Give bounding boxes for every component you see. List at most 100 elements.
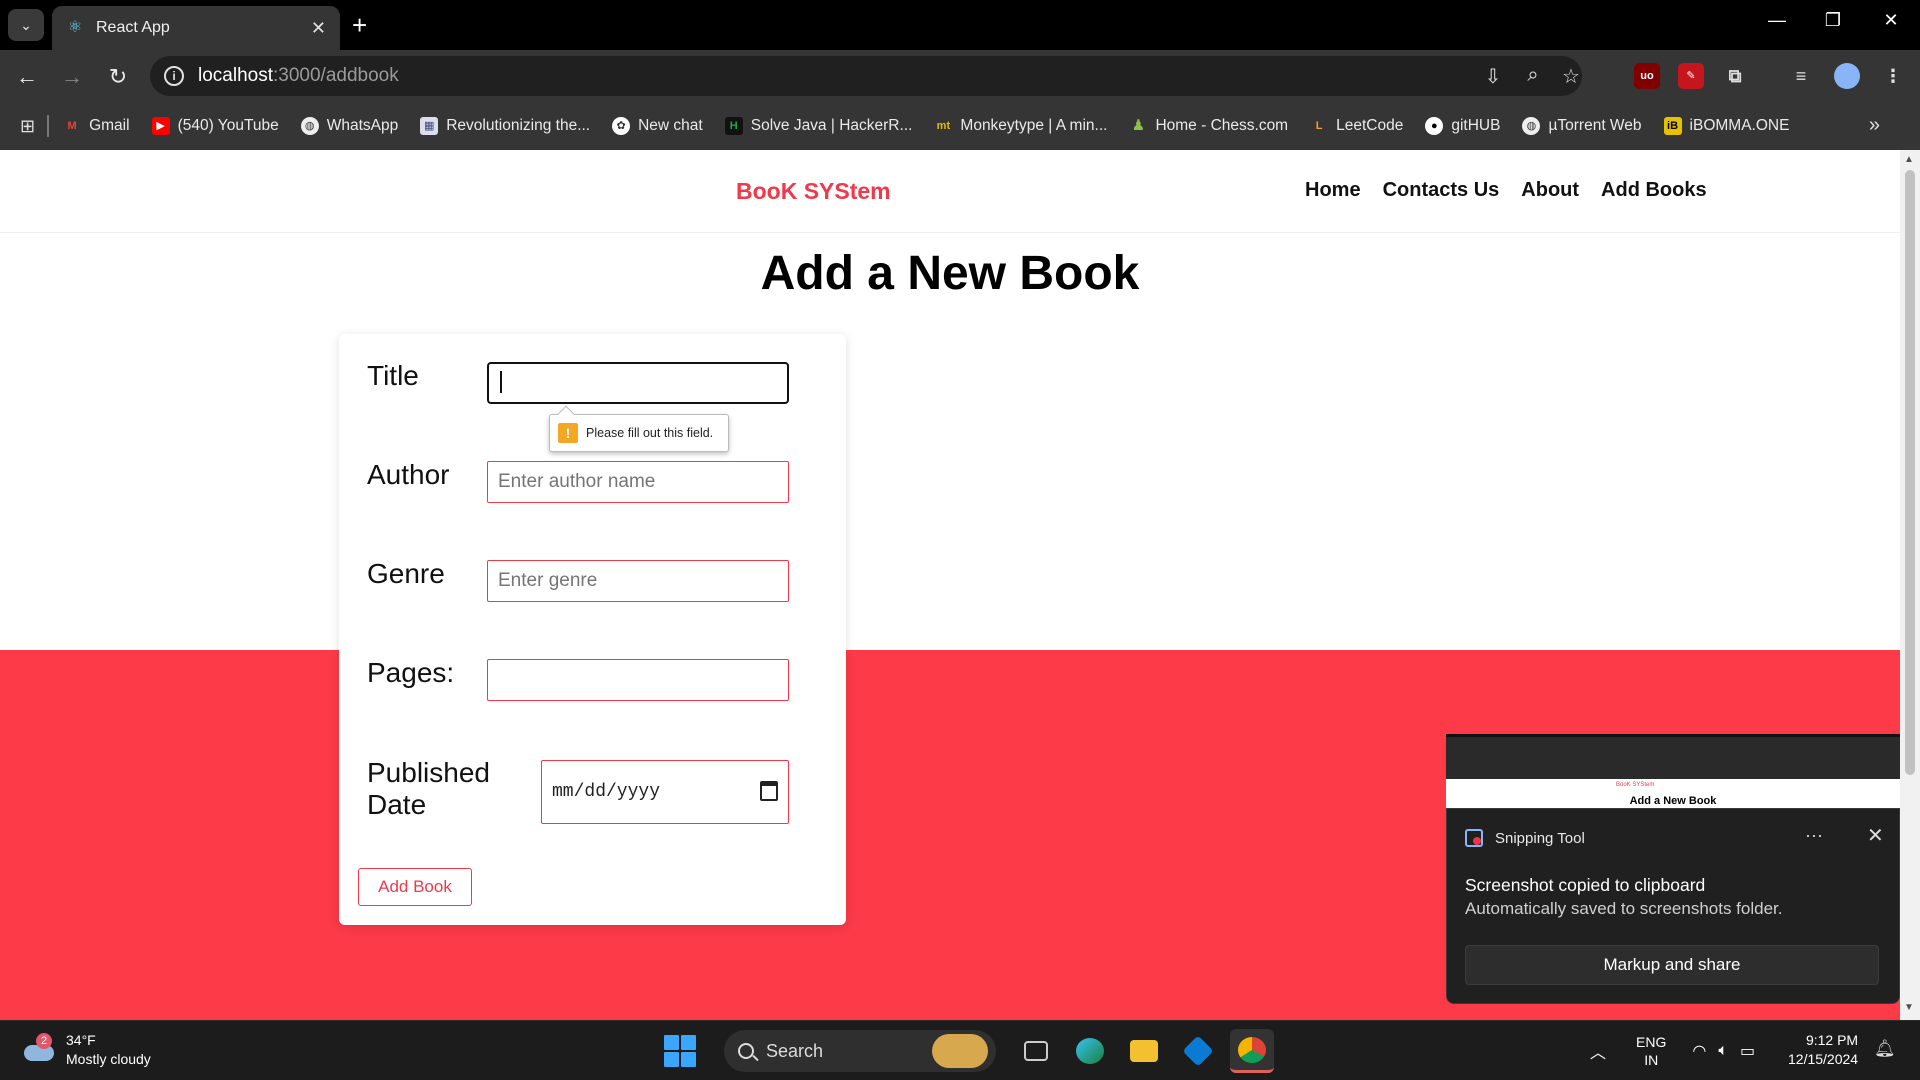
weather-cloud-icon: 2	[22, 1033, 56, 1065]
toast-body: Automatically saved to screenshots folde…	[1465, 899, 1783, 918]
bookmark-github[interactable]: ● gitHUB	[1425, 117, 1500, 135]
system-clock[interactable]: 9:12 PM 12/15/2024	[1788, 1031, 1858, 1069]
browser-menu-icon[interactable]: ⋮	[1880, 63, 1906, 89]
back-button[interactable]: ←	[12, 62, 42, 92]
bookmark-monkeytype[interactable]: mt Monkeytype | A min...	[934, 117, 1108, 135]
close-tab-icon[interactable]: ✕	[311, 18, 326, 39]
weather-widget[interactable]: 2 34°F Mostly cloudy	[22, 1031, 151, 1069]
tooltip-arrow	[557, 405, 575, 423]
bookmark-utorrent[interactable]: ◍ µTorrent Web	[1522, 117, 1642, 135]
volume-icon[interactable]: 🔈︎	[1718, 1042, 1728, 1060]
published-date-input[interactable]: mm/dd/yyyy	[541, 760, 789, 824]
scroll-up-icon[interactable]: ▲	[1904, 154, 1914, 165]
page-scrollbar[interactable]: ▲ ▼	[1900, 150, 1920, 1020]
apps-grid-icon[interactable]: ⊞	[20, 116, 35, 137]
site-info-icon[interactable]: i	[164, 66, 184, 86]
scrollbar-thumb[interactable]	[1905, 170, 1915, 775]
url-host: localhost	[198, 65, 273, 86]
address-bar[interactable]: i localhost:3000/addbook ⇩ ⌕ ☆	[150, 56, 1582, 96]
restore-button[interactable]: ❐	[1818, 10, 1848, 31]
published-date-label-line2: Date	[367, 789, 427, 820]
windows-start-icon[interactable]	[664, 1035, 696, 1067]
new-tab-button[interactable]: +	[352, 10, 367, 40]
author-input[interactable]	[487, 461, 789, 503]
chatgpt-icon: ✿	[612, 117, 631, 135]
globe-icon: ◍	[300, 117, 319, 135]
weather-condition: Mostly cloudy	[66, 1051, 151, 1067]
media-control-icon[interactable]: ≡	[1788, 63, 1814, 89]
globe-icon: ◍	[1522, 117, 1541, 135]
wifi-icon[interactable]: ◠	[1692, 1041, 1706, 1061]
taskbar-apps: Search	[664, 1029, 1284, 1073]
forward-button[interactable]: →	[57, 62, 87, 92]
zoom-icon[interactable]: ⌕	[1520, 64, 1546, 87]
bookmark-leetcode[interactable]: L LeetCode	[1310, 117, 1404, 135]
scroll-down-icon[interactable]: ▼	[1904, 1002, 1914, 1013]
weather-text: 34°F Mostly cloudy	[66, 1031, 151, 1069]
add-book-button[interactable]: Add Book	[358, 868, 472, 906]
search-label: Search	[766, 1040, 824, 1061]
profile-avatar[interactable]	[1834, 63, 1860, 89]
bookmark-youtube[interactable]: ▶ (540) YouTube	[151, 117, 279, 135]
vscode-icon[interactable]	[1176, 1029, 1220, 1073]
leetcode-icon: L	[1315, 120, 1323, 132]
bookmark-revolutionizing[interactable]: ▦ Revolutionizing the...	[420, 117, 590, 135]
calendar-icon[interactable]	[760, 781, 778, 801]
extensions-puzzle-icon[interactable]: ⧉	[1722, 63, 1748, 89]
markup-and-share-button[interactable]: Markup and share	[1465, 945, 1879, 985]
tab-search-button[interactable]: ⌄	[8, 9, 44, 41]
bookmark-gmail[interactable]: M Gmail	[63, 117, 130, 135]
bookmark-ibomma[interactable]: iB iBOMMA.ONE	[1663, 117, 1789, 135]
monkeytype-icon: mt	[936, 120, 951, 132]
snipping-tool-icon	[1465, 829, 1483, 847]
reload-button[interactable]: ↻	[103, 62, 133, 92]
github-icon: ●	[1425, 117, 1444, 135]
brand-logo[interactable]: BooK SYStem	[736, 178, 891, 205]
weather-temp: 34°F	[66, 1032, 96, 1048]
bookmark-hackerrank[interactable]: H Solve Java | HackerR...	[724, 117, 912, 135]
task-view-icon[interactable]	[1014, 1029, 1058, 1073]
notification-bell-icon[interactable]: 🔔︎	[1874, 1039, 1896, 1059]
battery-icon[interactable]: ▭	[1740, 1041, 1755, 1061]
hackerrank-icon: H	[724, 117, 743, 135]
bookmarks-separator	[47, 115, 50, 137]
nav-about[interactable]: About	[1521, 179, 1579, 202]
ublock-extension-icon[interactable]: uo	[1634, 63, 1660, 89]
browser-titlebar: ⌄ ⚛ React App ✕ + — ❐ ✕	[0, 0, 1920, 50]
title-input[interactable]	[487, 362, 789, 404]
react-icon: ⚛	[67, 19, 83, 36]
install-app-icon[interactable]: ⇩	[1480, 64, 1506, 89]
more-options-icon[interactable]: ···	[1805, 825, 1823, 846]
edge-browser-icon[interactable]	[1068, 1029, 1112, 1073]
bookmark-star-icon[interactable]: ☆	[1558, 64, 1584, 89]
nav-add-books[interactable]: Add Books	[1601, 179, 1707, 202]
toast-title: Screenshot copied to clipboard	[1465, 875, 1706, 895]
file-explorer-icon[interactable]	[1122, 1029, 1166, 1073]
bookmark-whatsapp[interactable]: ◍ WhatsApp	[300, 117, 398, 135]
close-window-button[interactable]: ✕	[1876, 10, 1906, 31]
thumbnail-brand: BooK SYStem	[1616, 782, 1655, 788]
bookmark-new-chat[interactable]: ✿ New chat	[612, 117, 703, 135]
nav-contacts[interactable]: Contacts Us	[1383, 179, 1500, 202]
site-icon: ▦	[420, 117, 439, 135]
bookmark-chess[interactable]: ♟ Home - Chess.com	[1129, 117, 1288, 135]
minimize-button[interactable]: —	[1762, 10, 1792, 31]
nav-home[interactable]: Home	[1305, 179, 1361, 202]
clock-time: 9:12 PM	[1805, 1032, 1859, 1048]
pages-input[interactable]	[487, 659, 789, 701]
windows-taskbar: 2 34°F Mostly cloudy Search ︿ ENG IN ◠ 🔈…	[0, 1020, 1920, 1080]
more-bookmarks-icon[interactable]: »	[1869, 114, 1880, 137]
extension-red-icon[interactable]: ✎	[1678, 63, 1704, 89]
browser-tab-active[interactable]: ⚛ React App ✕	[52, 6, 340, 50]
pages-label: Pages:	[367, 657, 455, 688]
taskbar-search[interactable]: Search	[724, 1030, 996, 1072]
chrome-icon[interactable]	[1230, 1029, 1274, 1073]
published-date-label: Published Date	[367, 757, 490, 821]
show-hidden-icons-icon[interactable]: ︿	[1590, 1039, 1606, 1063]
language-indicator[interactable]: ENG IN	[1636, 1033, 1666, 1069]
close-icon[interactable]: ✕	[1867, 823, 1884, 848]
validation-message: Please fill out this field.	[586, 426, 714, 440]
ibomma-icon: iB	[1663, 117, 1682, 135]
author-label: Author	[367, 459, 450, 490]
genre-input[interactable]	[487, 560, 789, 602]
